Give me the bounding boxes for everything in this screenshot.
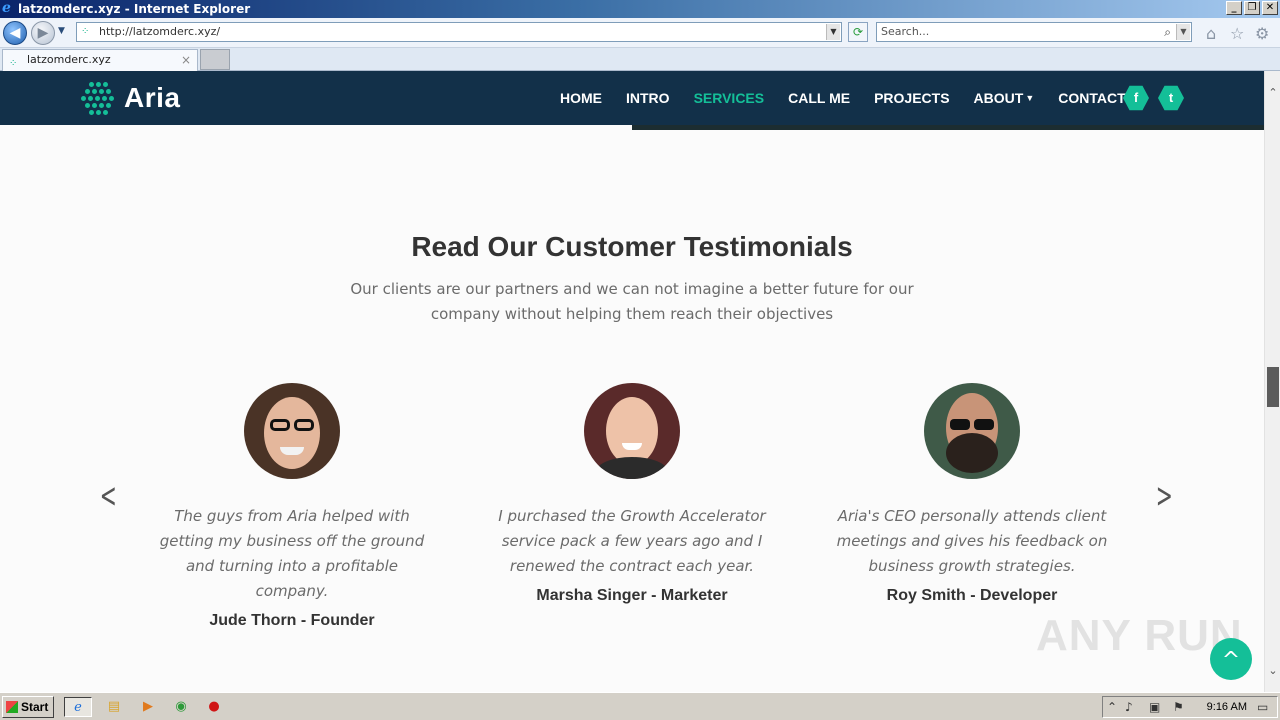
network-icon[interactable]: ▣ [1149,697,1160,717]
tab-title: latzomderc.xyz [27,53,111,66]
main-menu: HOME INTRO SERVICES CALL ME PROJECTS ABO… [560,71,1150,125]
nav-home[interactable]: HOME [560,90,602,106]
settings-gear-icon[interactable]: ⚙ [1255,24,1269,43]
testimonial-card: I purchased the Growth Accelerator servi… [482,383,782,605]
back-to-top-button[interactable]: ^ [1210,638,1252,680]
site-favicon-icon: ⁘ [81,26,90,37]
refresh-button[interactable]: ⟳ [848,22,868,42]
new-tab-button[interactable] [200,49,230,70]
nav-intro[interactable]: INTRO [626,90,670,106]
favorites-star-icon[interactable]: ☆ [1230,24,1244,43]
window-title: latzomderc.xyz - Internet Explorer [18,2,251,16]
logo-text: Aria [124,82,181,113]
logo-dots-icon [80,81,116,115]
section-title: Read Our Customer Testimonials [411,231,853,262]
avatar [584,383,680,479]
browser-toolbar: ◀ ▶ ▼ ⁘ http://latzomderc.xyz/ ▼ ⟳ Searc… [0,18,1280,48]
home-icon[interactable]: ⌂ [1206,24,1216,43]
testimonial-author: Marsha Singer - Marketer [536,587,728,604]
forward-button[interactable]: ▶ [31,21,55,45]
start-button[interactable]: Start [2,696,54,718]
testimonial-quote: I purchased the Growth Accelerator servi… [498,507,766,575]
nav-services[interactable]: SERVICES [694,90,765,106]
taskbar-media-player-icon[interactable]: ▶ [134,697,162,717]
page-viewport: Aria HOME INTRO SERVICES CALL ME PROJECT… [0,71,1264,692]
minimize-button[interactable]: _ [1226,1,1242,15]
search-placeholder: Search... [881,25,930,38]
nav-about-label: ABOUT [973,90,1024,106]
system-tray: ⌃ ♪ ▣ ⚑ 9:16 AM ▭ [1102,696,1278,718]
site-logo[interactable]: Aria [80,81,180,115]
tray-expand-icon[interactable]: ⌃ [1107,697,1117,717]
action-center-flag-icon[interactable]: ⚑ [1173,697,1184,717]
hero-image-edge [632,125,1264,130]
taskbar-opera-icon[interactable]: ● [200,697,228,717]
search-icon[interactable]: ⌕ [1164,23,1171,41]
scrollbar-thumb[interactable] [1267,367,1279,407]
tab-close-icon[interactable]: × [181,50,191,70]
nav-projects[interactable]: PROJECTS [874,90,949,106]
carousel-prev-arrow-icon[interactable]: < [100,479,117,513]
search-dropdown-icon[interactable]: ▼ [1176,24,1190,40]
taskbar-chrome-icon[interactable]: ◉ [167,697,195,717]
nav-call-me[interactable]: CALL ME [788,90,850,106]
testimonial-quote: The guys from Aria helped with getting m… [159,507,425,600]
show-desktop-icon[interactable]: ▭ [1257,697,1268,717]
tab-active[interactable]: ⁘ latzomderc.xyz × [2,49,198,71]
tab-strip: ⁘ latzomderc.xyz × [0,48,1280,71]
address-text: http://latzomderc.xyz/ [99,25,221,38]
window-controls: _ ❐ ✕ [1226,1,1278,15]
address-bar[interactable]: ⁘ http://latzomderc.xyz/ ▼ [76,22,842,42]
address-dropdown-icon[interactable]: ▼ [826,24,840,40]
avatar [924,383,1020,479]
testimonial-card: The guys from Aria helped with getting m… [142,383,442,630]
scroll-up-icon[interactable]: ⌃ [1265,85,1280,101]
internet-explorer-icon: e [2,0,11,16]
taskbar-clock[interactable]: 9:16 AM [1207,697,1247,717]
carousel-next-arrow-icon[interactable]: > [1156,479,1173,513]
restore-button[interactable]: ❐ [1244,1,1260,15]
scroll-down-icon[interactable]: ⌄ [1265,663,1280,679]
back-button[interactable]: ◀ [3,21,27,45]
testimonial-author: Jude Thorn - Founder [209,612,375,629]
avatar [244,383,340,479]
windows-taskbar: Start e ▤ ▶ ◉ ● ⌃ ♪ ▣ ⚑ 9:16 AM ▭ [0,692,1280,720]
testimonial-card: Aria's CEO personally attends client mee… [822,383,1122,605]
start-label: Start [21,700,49,714]
close-window-button[interactable]: ✕ [1262,1,1278,15]
taskbar-ie-icon[interactable]: e [64,697,92,717]
chevron-down-icon: ▼ [1025,93,1035,103]
history-dropdown-icon[interactable]: ▼ [58,26,65,36]
testimonial-author: Roy Smith - Developer [886,587,1058,604]
search-box[interactable]: Search... ⌕ ▼ [876,22,1192,42]
nav-about[interactable]: ABOUT ▼ [974,90,1035,106]
volume-icon[interactable]: ♪ [1125,697,1133,717]
twitter-icon[interactable]: t [1158,85,1184,111]
taskbar-explorer-icon[interactable]: ▤ [100,697,128,717]
page-scrollbar[interactable]: ⌃ ⌄ [1264,71,1280,692]
site-navbar: Aria HOME INTRO SERVICES CALL ME PROJECT… [0,71,1264,125]
windows-logo-icon [6,701,18,713]
nav-contact[interactable]: CONTACT [1058,90,1125,106]
section-subtitle: Our clients are our partners and we can … [350,280,914,323]
window-titlebar: e latzomderc.xyz - Internet Explorer _ ❐… [0,0,1280,18]
testimonial-quote: Aria's CEO personally attends client mee… [836,507,1108,575]
